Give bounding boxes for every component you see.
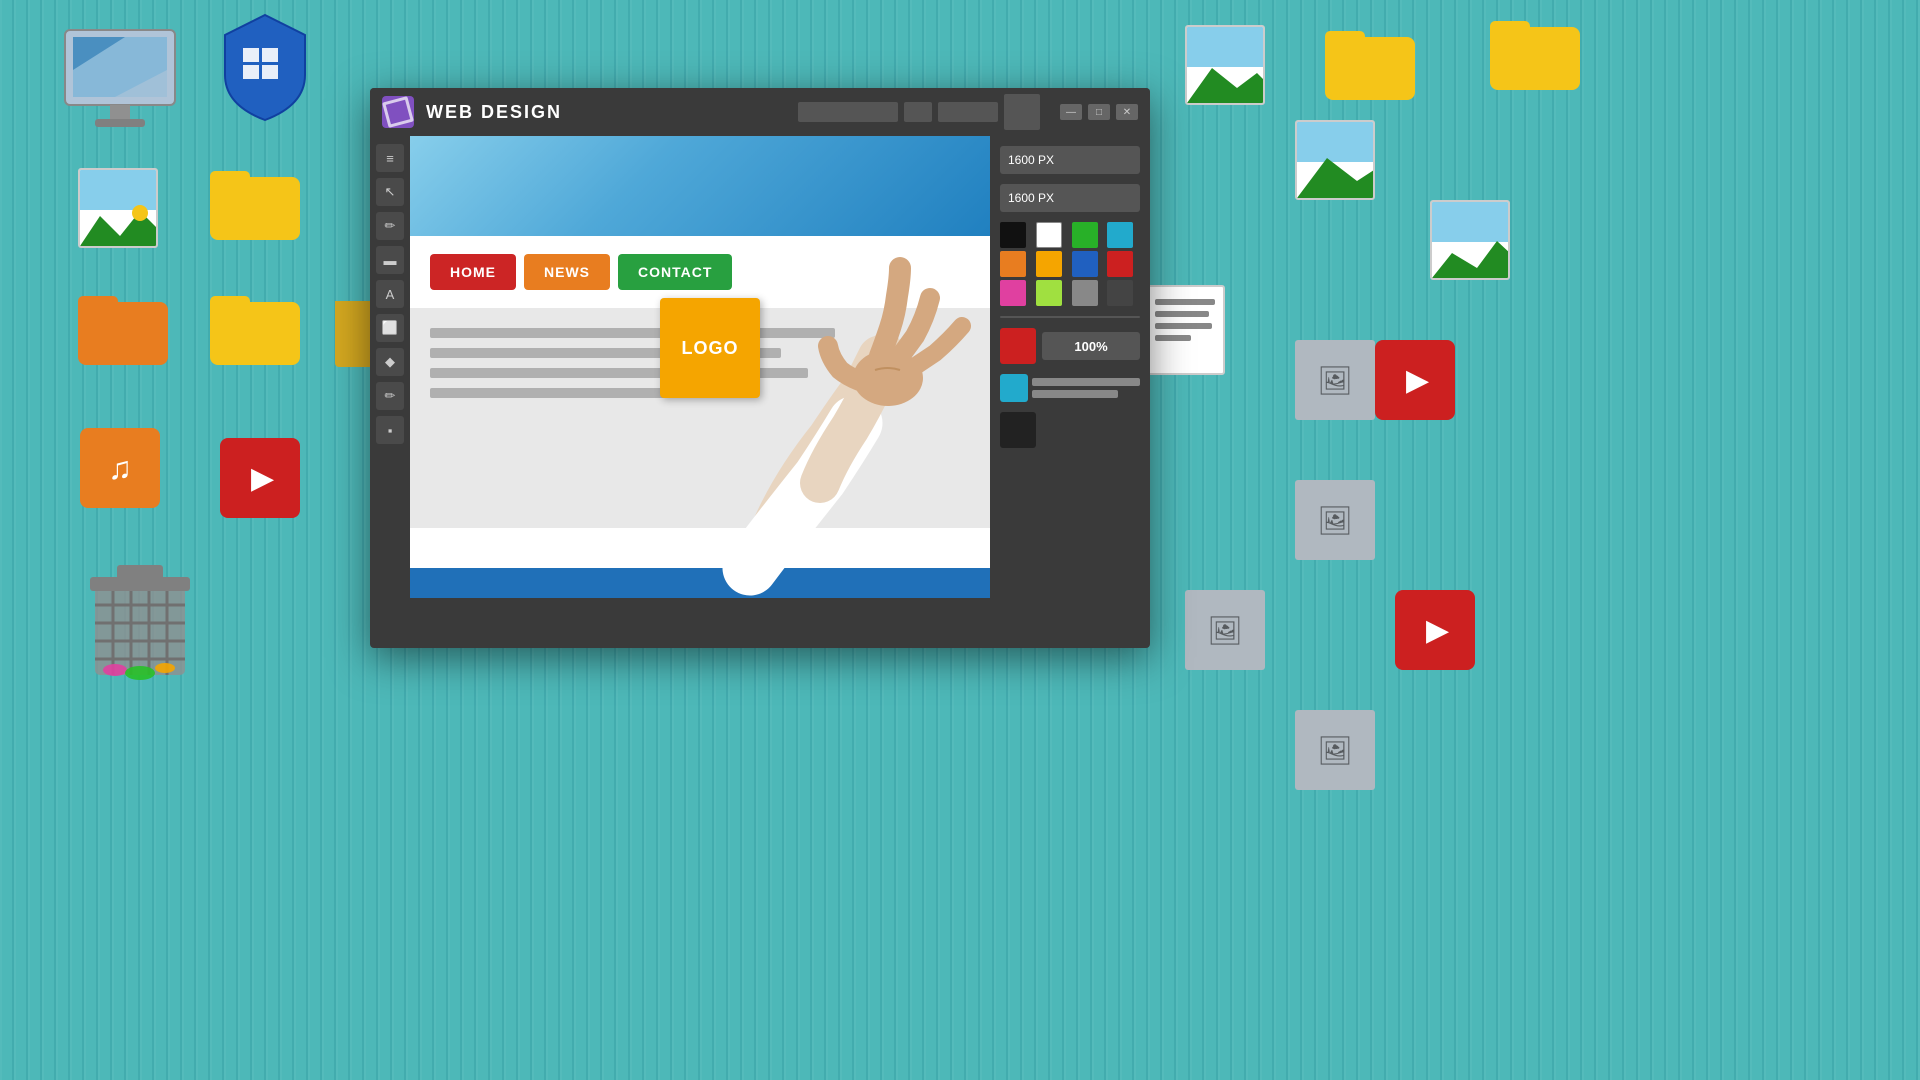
window-title: WEB DESIGN [426, 102, 798, 123]
tool-rect[interactable]: ⬜ [376, 314, 404, 342]
minimize-button[interactable]: — [1060, 104, 1082, 120]
swatch-green[interactable] [1072, 222, 1098, 248]
toolbar-btn-2[interactable] [938, 102, 998, 122]
tool-shape[interactable]: ▬ [376, 246, 404, 274]
title-bar: WEB DESIGN — □ ✕ [370, 88, 1150, 136]
music-icon[interactable]: ♫ [80, 428, 160, 508]
panel-lines-widget [1032, 378, 1140, 398]
tool-diamond[interactable]: ◆ [376, 348, 404, 376]
toolbar-input-1[interactable] [798, 102, 898, 122]
image-icon-right-gray-1[interactable] [1295, 340, 1375, 420]
image-icon-right-3[interactable] [1430, 200, 1510, 280]
image-icon-right-gray-3[interactable] [1185, 590, 1265, 670]
play-icon-right-2[interactable] [1395, 590, 1475, 670]
play-icon-left[interactable] [220, 438, 300, 518]
swatch-orange2[interactable] [1036, 251, 1062, 277]
app-window: WEB DESIGN — □ ✕ ≡ ↖ ✏ ▬ A ⬜ ◆ ✏ ▪ [370, 88, 1150, 648]
tool-pencil[interactable]: ✏ [376, 212, 404, 240]
image-icon-right-gray-4[interactable] [1295, 710, 1375, 790]
nav-home-btn[interactable]: HOME [430, 254, 516, 290]
folder-yellow-left-2[interactable] [210, 290, 300, 365]
tool-text[interactable]: A [376, 280, 404, 308]
tool-eyedrop[interactable]: ▪ [376, 416, 404, 444]
zoom-row: 100% [1000, 328, 1140, 364]
swatch-pink[interactable] [1000, 280, 1026, 306]
folder-yellow-right-1[interactable] [1325, 25, 1415, 100]
cyan-widget [1000, 374, 1140, 402]
close-button[interactable]: ✕ [1116, 104, 1138, 120]
folder-yellow-right-2[interactable] [1490, 15, 1580, 90]
canvas-area: ≡ ↖ ✏ ▬ A ⬜ ◆ ✏ ▪ HOME NEWS CONTACT [370, 136, 1150, 598]
left-toolbar: ≡ ↖ ✏ ▬ A ⬜ ◆ ✏ ▪ [370, 136, 410, 598]
tool-eraser[interactable]: ✏ [376, 382, 404, 410]
image-icon-right-2[interactable] [1295, 120, 1375, 200]
panel-line-1 [1032, 378, 1140, 386]
design-canvas[interactable]: HOME NEWS CONTACT LOGO [410, 136, 990, 598]
swatch-blue[interactable] [1072, 251, 1098, 277]
folder-orange-left[interactable] [78, 290, 168, 365]
nav-news-btn[interactable]: NEWS [524, 254, 610, 290]
cyan-square[interactable] [1000, 374, 1028, 402]
swatch-red[interactable] [1107, 251, 1133, 277]
title-bar-controls: — □ ✕ [798, 94, 1138, 130]
image-icon-right-1[interactable] [1185, 25, 1265, 105]
width-input[interactable]: 1600 PX [1000, 146, 1140, 174]
nav-contact-btn[interactable]: CONTACT [618, 254, 732, 290]
image-icon-right-gray-2[interactable] [1295, 480, 1375, 560]
swatch-black[interactable] [1000, 222, 1026, 248]
panel-line-2 [1032, 390, 1118, 398]
shield-icon [215, 10, 315, 130]
toolbar-btn-3[interactable] [1004, 94, 1040, 130]
swatch-lime[interactable] [1036, 280, 1062, 306]
toolbar-btn-1[interactable] [904, 102, 932, 122]
panel-divider [1000, 316, 1140, 318]
trash-can-icon[interactable] [85, 555, 195, 690]
swatch-orange[interactable] [1000, 251, 1026, 277]
maximize-button[interactable]: □ [1088, 104, 1110, 120]
swatch-white[interactable] [1036, 222, 1062, 248]
swatch-gray[interactable] [1072, 280, 1098, 306]
tool-select[interactable]: ↖ [376, 178, 404, 206]
black-square-tool[interactable] [1000, 412, 1036, 448]
zoom-level[interactable]: 100% [1042, 332, 1140, 360]
swatch-cyan[interactable] [1107, 222, 1133, 248]
tool-menu[interactable]: ≡ [376, 144, 404, 172]
site-footer-bar [410, 568, 990, 598]
color-palette [1000, 222, 1140, 306]
folder-yellow-left[interactable] [210, 165, 300, 240]
app-icon [382, 96, 414, 128]
site-content-area: LOGO [410, 308, 990, 528]
play-icon-right-1[interactable] [1375, 340, 1455, 420]
swatch-darkgray[interactable] [1107, 280, 1133, 306]
right-panel: 1600 PX 1600 PX [990, 136, 1150, 598]
height-input[interactable]: 1600 PX [1000, 184, 1140, 212]
image-icon-left-1[interactable] [78, 168, 158, 248]
monitor-icon [55, 15, 185, 140]
site-header-bg [410, 136, 990, 236]
logo-sticky-note[interactable]: LOGO [660, 298, 760, 398]
doc-icon-right[interactable] [1145, 285, 1225, 375]
content-line-1 [430, 328, 835, 338]
active-color-box[interactable] [1000, 328, 1036, 364]
